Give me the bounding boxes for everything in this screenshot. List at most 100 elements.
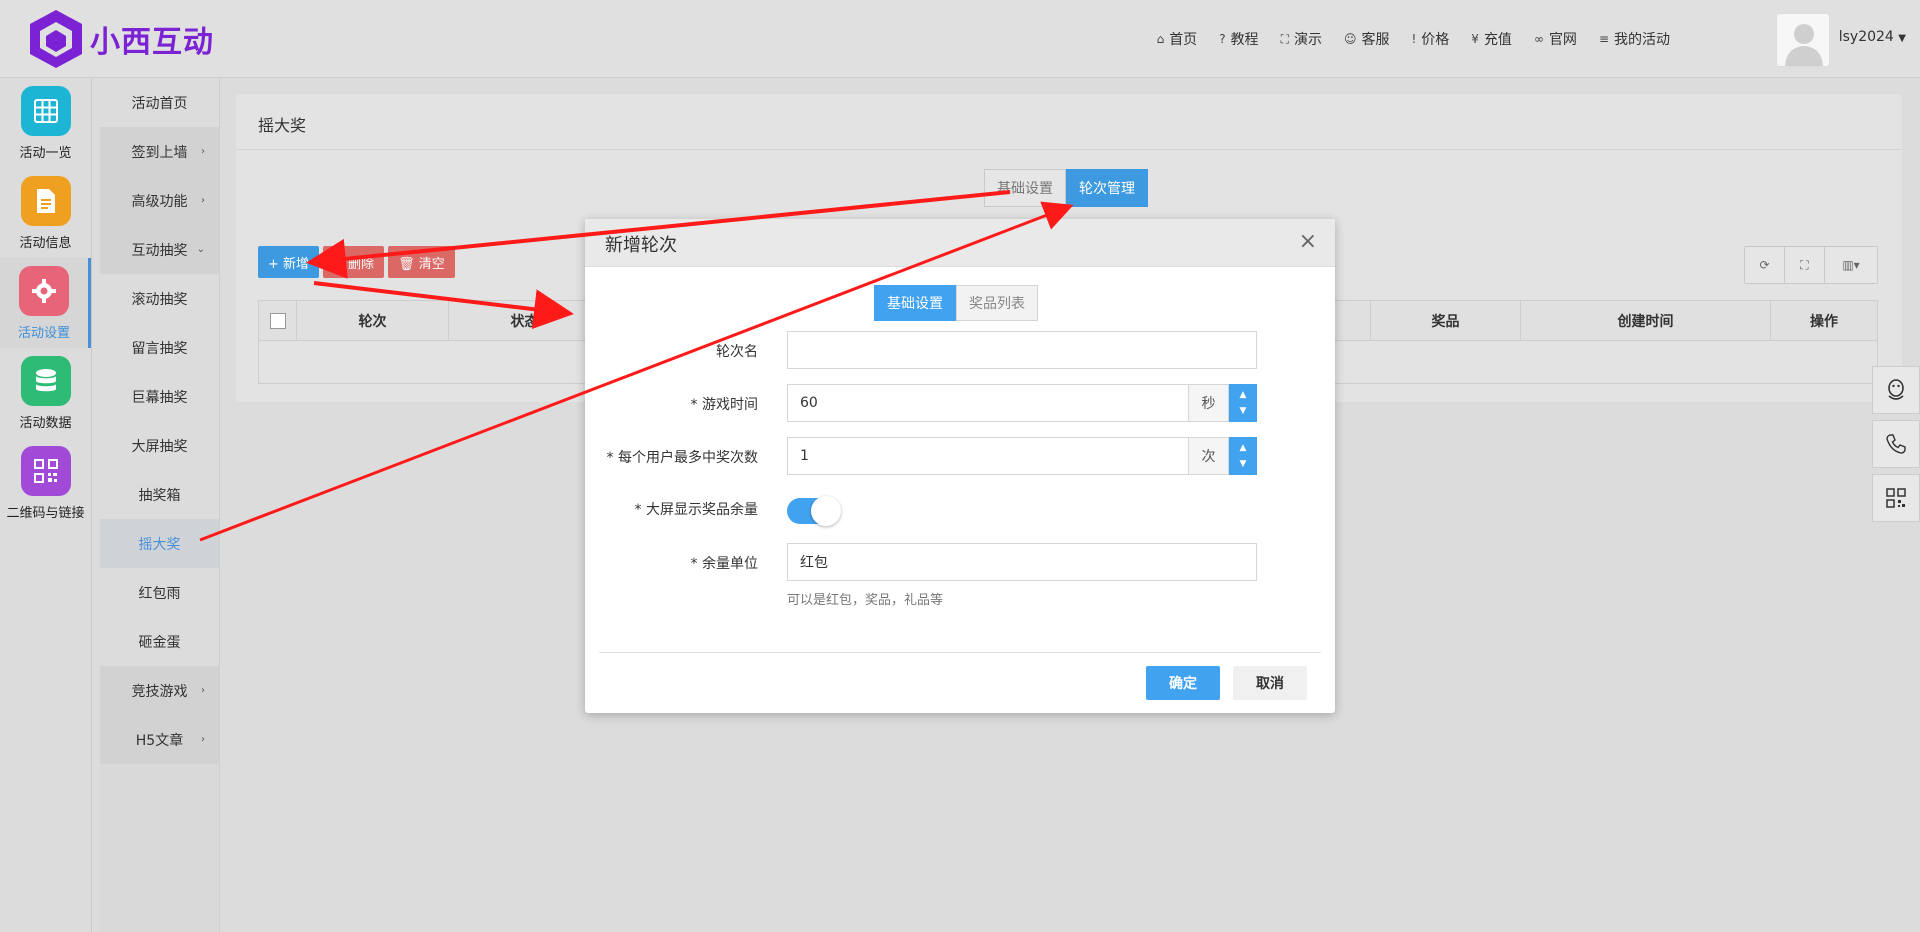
round-name-label: 轮次名 bbox=[716, 344, 758, 360]
game-time-label: * 游戏时间 bbox=[690, 397, 758, 413]
nav-recharge[interactable]: ¥ 充值 bbox=[1471, 29, 1512, 49]
show-remaining-label: * 大屏显示奖品余量 bbox=[634, 502, 758, 518]
toggle-knob bbox=[811, 496, 841, 526]
tab-round-management[interactable]: 轮次管理 bbox=[1066, 169, 1148, 207]
sub-item-competitive-games[interactable]: 竞技游戏 › bbox=[100, 666, 219, 715]
tab-basic-settings[interactable]: 基础设置 bbox=[984, 169, 1066, 207]
nav-home[interactable]: ⌂ 首页 bbox=[1157, 29, 1198, 49]
floating-tools bbox=[1872, 366, 1920, 528]
phone-icon[interactable] bbox=[1872, 420, 1920, 468]
database-icon bbox=[20, 356, 71, 406]
sub-item-lottery-box[interactable]: 抽奖箱 bbox=[100, 470, 219, 519]
chevron-up-icon[interactable]: ▲ bbox=[1240, 440, 1247, 456]
sub-item-interactive-lottery[interactable]: 互动抽奖 ⌄ bbox=[100, 225, 219, 274]
columns-icon[interactable]: ▥▾ bbox=[1825, 247, 1877, 283]
sidebar-item-info[interactable]: 活动信息 bbox=[0, 168, 91, 258]
col-round[interactable]: 轮次 bbox=[297, 301, 449, 340]
fullscreen-icon[interactable]: ⛶ bbox=[1785, 247, 1825, 283]
game-time-stepper[interactable]: ▲ ▼ bbox=[1229, 384, 1257, 422]
sub-item-message-lottery[interactable]: 留言抽奖 bbox=[100, 323, 219, 372]
sidebar-item-overview[interactable]: 活动一览 bbox=[0, 78, 91, 168]
caret-down-icon: ▼ bbox=[1898, 33, 1906, 44]
nav-official-site[interactable]: ∞ 官网 bbox=[1534, 29, 1577, 49]
help-icon: ? bbox=[1219, 32, 1226, 46]
home-icon: ⌂ bbox=[1156, 32, 1165, 46]
nav-tutorial[interactable]: ? 教程 bbox=[1219, 29, 1258, 49]
delete-button[interactable]: ✕ 删除 bbox=[323, 246, 385, 278]
sub-item-checkin-wall[interactable]: 签到上墙 › bbox=[100, 127, 219, 176]
sub-item-red-packet-rain[interactable]: 红包雨 bbox=[100, 568, 219, 617]
top-header: 小西互动 ⌂ 首页 ? 教程 ⛶ 演示 ☺ 客服 ! 价格 ¥ 充值 ∞ 官网 ≡ 我的活动 l… bbox=[0, 0, 1920, 78]
qq-icon[interactable] bbox=[1872, 366, 1920, 414]
add-round-dialog: 新增轮次 × 基础设置 奖品列表 轮次名 * 游戏时间 60 秒 ▲ ▼ * 每个… bbox=[585, 219, 1335, 713]
sidebar-item-settings[interactable]: 活动设置 bbox=[0, 258, 91, 348]
nav-price[interactable]: ! 价格 bbox=[1411, 29, 1449, 49]
sub-item-giant-screen-lottery[interactable]: 巨幕抽奖 bbox=[100, 372, 219, 421]
sidebar-item-data[interactable]: 活动数据 bbox=[0, 348, 91, 438]
sub-item-scroll-lottery[interactable]: 滚动抽奖 bbox=[100, 274, 219, 323]
nav-service[interactable]: ☺ 客服 bbox=[1344, 29, 1390, 49]
times-unit: 次 bbox=[1189, 437, 1229, 475]
list-icon: ≡ bbox=[1598, 32, 1609, 46]
chevron-down-icon[interactable]: ▼ bbox=[1240, 403, 1247, 419]
chevron-right-icon: › bbox=[201, 195, 205, 206]
max-win-stepper[interactable]: ▲ ▼ bbox=[1229, 437, 1257, 475]
nav-demo[interactable]: ⛶ 演示 bbox=[1281, 29, 1322, 49]
unit-input[interactable]: 红包 bbox=[787, 543, 1257, 581]
price-icon: ! bbox=[1411, 32, 1417, 46]
sidebar-item-qrcode[interactable]: 二维码与链接 bbox=[0, 438, 91, 528]
tab-dialog-basic-settings[interactable]: 基础设置 bbox=[874, 285, 956, 321]
link-icon: ∞ bbox=[1533, 32, 1544, 46]
demo-icon: ⛶ bbox=[1280, 31, 1289, 46]
dialog-title: 新增轮次 bbox=[605, 235, 677, 256]
sub-item-activity-home[interactable]: 活动首页 bbox=[100, 78, 219, 127]
qrcode-icon[interactable] bbox=[1872, 474, 1920, 522]
chevron-down-icon: ⌄ bbox=[196, 244, 205, 255]
avatar[interactable] bbox=[1776, 13, 1830, 67]
table-toolbar: + 新增 ✕ 删除 🗑 清空 bbox=[258, 246, 459, 278]
user-menu[interactable]: lsy2024 ▼ bbox=[1839, 29, 1906, 45]
chevron-down-icon[interactable]: ▼ bbox=[1240, 456, 1247, 472]
sub-item-advanced[interactable]: 高级功能 › bbox=[100, 176, 219, 225]
user-silhouette-icon bbox=[1777, 14, 1829, 66]
col-prize[interactable]: 奖品 bbox=[1371, 301, 1521, 340]
sub-item-smash-egg[interactable]: 砸金蛋 bbox=[100, 617, 219, 666]
unit-hint: 可以是红包，奖品，礼品等 bbox=[787, 593, 944, 608]
yen-icon: ¥ bbox=[1471, 32, 1479, 46]
cancel-button[interactable]: 取消 bbox=[1233, 666, 1307, 700]
document-icon bbox=[20, 176, 71, 226]
page-title: 摇大奖 bbox=[258, 116, 307, 135]
col-status[interactable]: 状态 bbox=[449, 301, 601, 340]
col-created-time[interactable]: 创建时间 bbox=[1521, 301, 1771, 340]
confirm-button[interactable]: 确定 bbox=[1146, 666, 1220, 700]
max-win-input[interactable]: 1 bbox=[787, 437, 1189, 475]
service-icon: ☺ bbox=[1343, 32, 1357, 46]
seconds-unit: 秒 bbox=[1189, 384, 1229, 422]
chevron-right-icon: › bbox=[201, 685, 205, 696]
tab-dialog-prize-list[interactable]: 奖品列表 bbox=[956, 285, 1038, 321]
sub-sidebar: 活动首页 签到上墙 › 高级功能 › 互动抽奖 ⌄ 滚动抽奖 留言抽奖 巨幕抽奖 大屏… bbox=[100, 78, 220, 932]
close-icon[interactable]: × bbox=[1299, 229, 1317, 254]
dialog-tabs: 基础设置 奖品列表 bbox=[874, 285, 1038, 321]
sub-item-shake-prize[interactable]: 摇大奖 bbox=[100, 519, 219, 568]
show-remaining-toggle[interactable] bbox=[787, 496, 841, 526]
logo[interactable]: 小西互动 bbox=[28, 8, 214, 70]
brand-name: 小西互动 bbox=[90, 25, 214, 60]
col-actions: 操作 bbox=[1810, 313, 1838, 330]
dialog-divider bbox=[599, 652, 1321, 653]
table-tools: ⟳ ⛶ ▥▾ bbox=[1744, 246, 1878, 284]
sub-item-big-screen-lottery[interactable]: 大屏抽奖 bbox=[100, 421, 219, 470]
add-button[interactable]: + 新增 bbox=[258, 246, 320, 278]
round-name-input[interactable] bbox=[787, 331, 1257, 369]
game-time-input[interactable]: 60 bbox=[787, 384, 1189, 422]
panel-tabs: 基础设置 轮次管理 bbox=[984, 169, 1148, 207]
nav-my-activities[interactable]: ≡ 我的活动 bbox=[1599, 29, 1670, 49]
sub-item-h5-article[interactable]: H5文章 › bbox=[100, 715, 219, 764]
chevron-up-icon[interactable]: ▲ bbox=[1240, 387, 1247, 403]
select-all-checkbox[interactable] bbox=[269, 312, 286, 329]
refresh-icon[interactable]: ⟳ bbox=[1745, 247, 1785, 283]
icon-sidebar: 活动一览 活动信息 活动设置 活动数据 二维码与链接 bbox=[0, 78, 92, 932]
chevron-right-icon: › bbox=[201, 734, 205, 745]
clear-button[interactable]: 🗑 清空 bbox=[388, 246, 455, 278]
chevron-right-icon: › bbox=[201, 146, 205, 157]
